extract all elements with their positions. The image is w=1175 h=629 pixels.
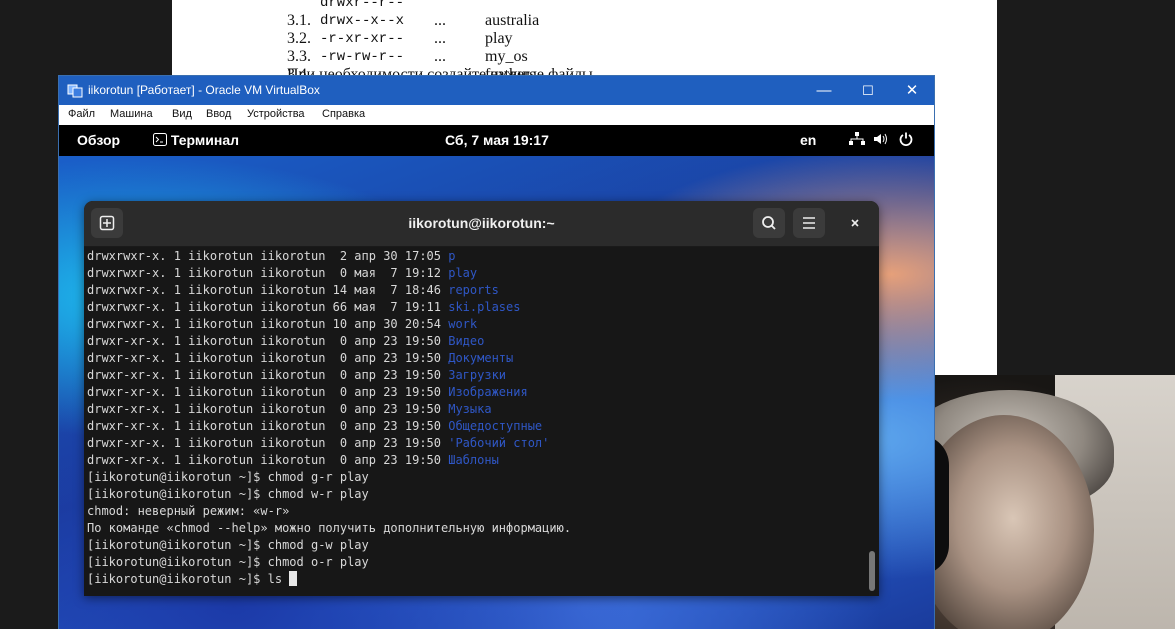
row-name: my_os <box>485 48 528 65</box>
menu-help[interactable]: Справка <box>322 108 365 120</box>
menu-machine[interactable]: Машина <box>110 108 153 120</box>
gnome-topbar: Обзор Терминал Сб, 7 мая 19:17 en <box>59 125 934 156</box>
row-permissions: drwx--x--x <box>320 13 405 29</box>
terminal-line: drwxr-xr-x. 1 iikorotun iikorotun 0 апр … <box>87 368 507 382</box>
terminal-prompt-line[interactable]: [iikorotun@iikorotun ~]$ ls <box>87 571 298 588</box>
terminal-line: drwxr-xr-x. 1 iikorotun iikorotun 0 апр … <box>87 436 550 450</box>
power-icon <box>899 132 913 146</box>
terminal-line: drwxrwxr-x. 1 iikorotun iikorotun 0 мая … <box>87 266 478 280</box>
terminal-line: drwxrwxr-x. 1 iikorotun iikorotun 14 мая… <box>87 283 499 297</box>
close-icon <box>851 219 859 227</box>
terminal-app-icon <box>153 133 167 146</box>
guest-screen: Обзор Терминал Сб, 7 мая 19:17 en iikoro… <box>59 125 934 629</box>
desktop-wallpaper: iikorotun@iikorotun:~ drwxrwxr-x. 1 iiko… <box>59 156 934 629</box>
terminal-line: chmod: неверный режим: «w-r» <box>87 504 290 518</box>
minimize-button[interactable]: — <box>802 76 846 105</box>
terminal-line: drwxr-xr-x. 1 iikorotun iikorotun 0 апр … <box>87 351 514 365</box>
clock[interactable]: Сб, 7 мая 19:17 <box>445 132 549 148</box>
search-icon <box>762 216 776 230</box>
vbox-menubar: Файл Машина Вид Ввод Устройства Справка <box>59 105 934 126</box>
row-name: play <box>485 30 513 47</box>
app-name: Терминал <box>170 132 239 148</box>
network-icon <box>849 132 865 145</box>
row-permissions: -r-xr-xr-- <box>320 31 405 47</box>
row-dots: ... <box>434 30 446 47</box>
terminal-line: По команде «chmod --help» можно получить… <box>87 521 572 535</box>
terminal-line: drwxrwxr-x. 1 iikorotun iikorotun 10 апр… <box>87 317 478 331</box>
menu-view[interactable]: Вид <box>172 108 192 120</box>
menu-file[interactable]: Файл <box>68 108 95 120</box>
menu-input[interactable]: Ввод <box>206 108 231 120</box>
terminal-line: drwxr-xr-x. 1 iikorotun iikorotun 0 апр … <box>87 419 543 433</box>
vbox-title: iikorotun [Работает] - Oracle VM Virtual… <box>88 83 320 97</box>
virtualbox-logo-icon <box>67 84 83 98</box>
maximize-button[interactable]: ☐ <box>846 76 890 105</box>
terminal-window: iikorotun@iikorotun:~ drwxrwxr-x. 1 iiko… <box>84 201 879 596</box>
terminal-line: [iikorotun@iikorotun ~]$ chmod g-r play <box>87 470 369 484</box>
terminal-line: drwxr-xr-x. 1 iikorotun iikorotun 0 апр … <box>87 334 485 348</box>
terminal-line: [iikorotun@iikorotun ~]$ chmod g-w play <box>87 538 369 552</box>
webcam-overlay <box>899 375 1175 629</box>
activities-button[interactable]: Обзор <box>77 132 120 148</box>
terminal-line: drwxrwxr-x. 1 iikorotun iikorotun 2 апр … <box>87 249 456 263</box>
terminal-line: drwxr-xr-x. 1 iikorotun iikorotun 0 апр … <box>87 385 528 399</box>
row-dots: ... <box>434 12 446 29</box>
volume-icon <box>873 133 887 145</box>
terminal-output[interactable]: drwxrwxr-x. 1 iikorotun iikorotun 2 апр … <box>84 246 879 596</box>
terminal-scrollbar[interactable] <box>869 551 875 591</box>
menu-button[interactable] <box>793 208 825 238</box>
terminal-close-button[interactable] <box>841 208 871 238</box>
terminal-headerbar[interactable]: iikorotun@iikorotun:~ <box>84 201 879 247</box>
terminal-line: [iikorotun@iikorotun ~]$ chmod o-r play <box>87 555 369 569</box>
text-cursor <box>289 571 298 586</box>
virtualbox-window: iikorotun [Работает] - Oracle VM Virtual… <box>58 75 935 629</box>
system-status[interactable] <box>849 132 913 149</box>
row-permissions: -rw-rw-r-- <box>320 49 405 65</box>
hamburger-menu-icon <box>803 217 815 229</box>
close-button[interactable]: ✕ <box>890 76 934 105</box>
terminal-line: [iikorotun@iikorotun ~]$ chmod w-r play <box>87 487 369 501</box>
row-permissions: drwxr--r-- <box>320 0 405 11</box>
terminal-line: drwxr-xr-x. 1 iikorotun iikorotun 0 апр … <box>87 402 492 416</box>
terminal-line: drwxrwxr-x. 1 iikorotun iikorotun 66 мая… <box>87 300 521 314</box>
vbox-titlebar[interactable]: iikorotun [Работает] - Oracle VM Virtual… <box>59 76 934 105</box>
language-indicator[interactable]: en <box>800 132 816 148</box>
terminal-line: drwxr-xr-x. 1 iikorotun iikorotun 0 апр … <box>87 453 499 467</box>
row-name: australia <box>485 12 540 29</box>
menu-devices[interactable]: Устройства <box>247 108 305 120</box>
app-menu[interactable]: Терминал <box>153 132 239 148</box>
search-button[interactable] <box>753 208 785 238</box>
row-dots: ... <box>434 48 446 65</box>
